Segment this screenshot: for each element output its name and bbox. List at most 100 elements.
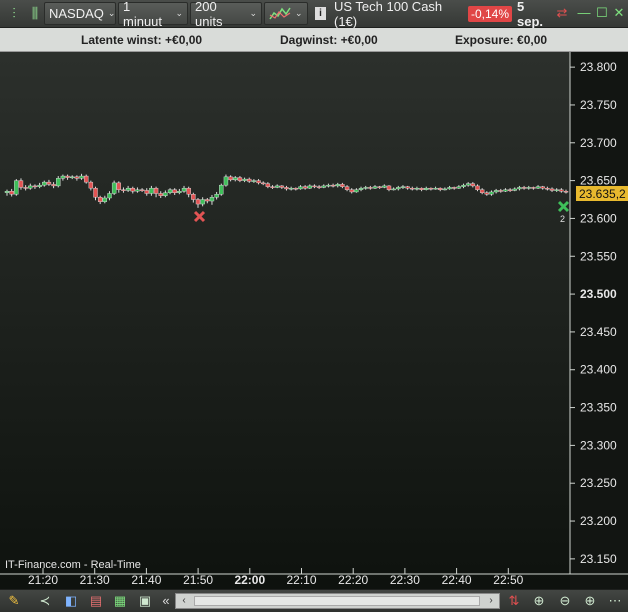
price-tick-label: 23.500	[580, 287, 617, 301]
candle-body	[93, 187, 98, 198]
orderbook-icon[interactable]: ▦	[112, 593, 128, 609]
units-label: 200 units	[195, 0, 223, 29]
candle-body	[237, 177, 243, 181]
scroll-right-icon[interactable]: ›	[484, 594, 498, 608]
price-tick-label: 23.700	[580, 136, 617, 150]
candle-body	[428, 187, 434, 190]
candle-body	[42, 181, 47, 186]
candle-body	[386, 185, 392, 190]
latent-profit: Latente winst: +€0,00	[81, 33, 203, 47]
candle-body	[298, 186, 303, 190]
candle-body	[554, 189, 559, 191]
candle-body	[563, 190, 569, 193]
candle-body	[274, 185, 280, 188]
zoom-in-icon[interactable]: ⊕	[582, 593, 598, 609]
candle-body	[88, 181, 94, 189]
change-value: -0,14%	[468, 5, 513, 22]
price-tick-label: 23.350	[580, 401, 617, 415]
candle-icon[interactable]: ⫼	[28, 2, 42, 25]
chevron-down-icon: ⌄	[295, 8, 303, 18]
candle-body	[344, 186, 350, 190]
candle-body	[270, 186, 275, 188]
scroll-left-fast-icon[interactable]: «	[158, 593, 174, 609]
window-icon[interactable]: ▣	[137, 593, 153, 609]
candle-body	[358, 187, 364, 190]
candle-body	[484, 192, 490, 195]
time-tick-label: 21:50	[183, 573, 213, 587]
timeframe-label: 1 minuut	[123, 0, 163, 29]
more-icon[interactable]: ⋯	[607, 593, 623, 609]
units-selector[interactable]: 200 units ⌄	[190, 0, 262, 29]
candle-body	[228, 176, 233, 181]
candle-body	[489, 191, 494, 195]
chart-style-icon[interactable]: ⫶	[3, 2, 25, 25]
candle-body	[83, 175, 89, 183]
candle-body	[163, 192, 168, 196]
candle-body	[549, 188, 555, 191]
current-price-label: 23.635,2	[579, 187, 626, 201]
candle	[14, 179, 19, 196]
candle-body	[424, 187, 429, 190]
time-tick-label: 21:20	[28, 573, 58, 587]
plot-area[interactable]	[0, 52, 570, 589]
candle-body	[135, 189, 140, 192]
candle-body	[23, 187, 28, 189]
zoom-out-icon[interactable]: ⊖	[557, 593, 573, 609]
chevron-down-icon: ⌄	[175, 8, 183, 18]
market-selector[interactable]: NASDAQ ⌄	[44, 2, 116, 25]
indicator-selector[interactable]: ⌄	[264, 2, 308, 25]
candle-body	[438, 187, 443, 190]
scroll-left-icon[interactable]: ‹	[177, 594, 191, 608]
candle-body	[261, 182, 266, 185]
time-tick-label: 22:10	[286, 573, 316, 587]
candle-body	[70, 176, 75, 179]
chevron-down-icon: ⌄	[249, 8, 257, 18]
candle-body	[465, 183, 471, 186]
candle-body	[256, 180, 261, 184]
info-icon[interactable]: i	[315, 2, 329, 25]
minimize-icon[interactable]: —	[577, 5, 591, 21]
candle-body	[9, 190, 14, 195]
candle-body	[363, 187, 368, 189]
change-badge: -0,14%	[468, 2, 516, 25]
share-icon[interactable]: ≺	[37, 593, 53, 609]
candle-body	[121, 189, 126, 191]
time-tick-label: 22:20	[338, 573, 368, 587]
trend-icon[interactable]: ⇅	[506, 593, 522, 609]
order-icon[interactable]: ▤	[88, 593, 104, 609]
candle-body	[181, 187, 187, 192]
candle-body	[410, 187, 415, 190]
price-tick-label: 23.800	[580, 60, 617, 74]
candle-body	[233, 177, 238, 181]
scroll-thumb[interactable]	[194, 596, 480, 606]
candle-body	[400, 186, 406, 188]
price-tick-label: 23.200	[580, 514, 617, 528]
pencil-icon[interactable]: ✎	[6, 593, 22, 609]
candle-body	[125, 187, 131, 191]
price-tick-label: 23.650	[580, 174, 617, 188]
market-label: NASDAQ	[49, 6, 104, 21]
exposure: Exposure: €0,00	[455, 33, 548, 47]
link-icon[interactable]: ⇄	[555, 5, 569, 21]
chart-canvas[interactable]: 23.800 23.750 23.700 23.650 23.600 23.550 23.5…	[0, 52, 628, 589]
price-chart[interactable]: 23.800 23.750 23.700 23.650 23.600 23.550 23.5…	[0, 52, 628, 589]
candle-body	[116, 182, 122, 190]
candle-body	[326, 184, 331, 187]
top-toolbar: ⫶ ⫼ NASDAQ ⌄ 1 minuut ⌄ 200 units ⌄ ⌄ i US …	[0, 0, 628, 29]
chat-icon[interactable]: ◧	[63, 593, 79, 609]
zoom-fit-icon[interactable]: ⊕	[531, 593, 547, 609]
candle-body	[130, 187, 135, 192]
candle-body	[503, 189, 508, 192]
maximize-icon[interactable]: ☐	[595, 5, 609, 21]
candle-body	[372, 186, 378, 189]
price-axis[interactable]	[570, 52, 628, 589]
timeframe-selector[interactable]: 1 minuut ⌄	[118, 0, 188, 29]
price-tick-label: 23.600	[580, 211, 617, 225]
price-tick-label: 23.450	[580, 325, 617, 339]
candle-body	[177, 190, 182, 193]
close-icon[interactable]: ✕	[612, 5, 626, 21]
candle-body	[330, 184, 336, 187]
candle-body	[205, 199, 210, 202]
time-scrollbar[interactable]: ‹ ›	[175, 593, 500, 609]
candle-body	[456, 186, 462, 189]
